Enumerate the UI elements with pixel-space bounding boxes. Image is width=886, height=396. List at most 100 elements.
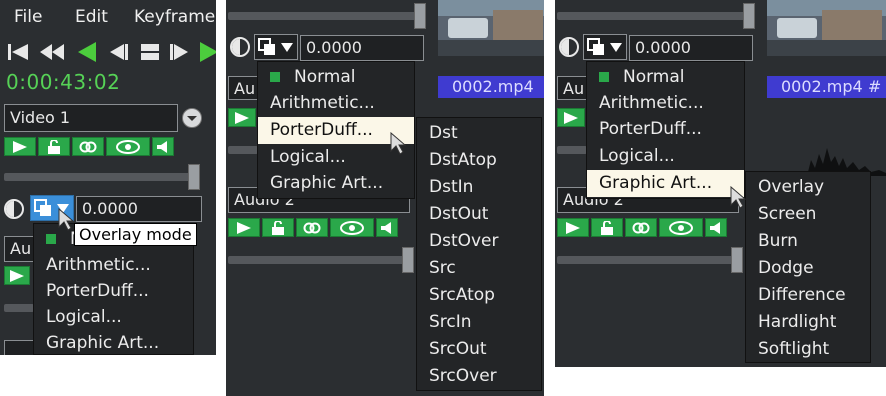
overlay-mode-button[interactable] xyxy=(254,34,298,60)
menu-item-logical[interactable]: Logical... xyxy=(587,143,744,170)
submenu-item[interactable]: SrcAtop xyxy=(417,282,541,309)
eye-icon[interactable] xyxy=(330,218,374,237)
submenu-item-label: Difference xyxy=(758,285,846,305)
fast-reverse-icon[interactable] xyxy=(40,40,64,64)
video-thumbnail xyxy=(438,0,544,56)
lock-icon[interactable] xyxy=(591,218,623,237)
play-track-icon[interactable] xyxy=(228,218,260,237)
mute-icon[interactable] xyxy=(705,218,727,237)
submenu-item-label: SrcIn xyxy=(429,312,472,332)
menu-item-arithmetic[interactable]: Arithmetic... xyxy=(587,90,744,117)
audio-play-icon[interactable] xyxy=(4,266,30,285)
audio-play-icon[interactable] xyxy=(228,108,256,127)
submenu-item[interactable]: Burn xyxy=(746,228,870,255)
audio-track-field[interactable]: Au xyxy=(228,76,258,100)
menu-item-arithmetic[interactable]: Arithmetic... xyxy=(258,90,414,117)
track-name-field[interactable]: Video 1 xyxy=(4,104,178,132)
audio-play-icon[interactable] xyxy=(557,108,585,127)
stop-icon[interactable] xyxy=(138,40,162,64)
link-icon[interactable] xyxy=(296,218,328,237)
audio-fader-slider[interactable] xyxy=(228,146,258,154)
overlay-mode-menu: Normal Arithmetic... PorterDuff... Logic… xyxy=(586,61,745,199)
eye-icon[interactable] xyxy=(106,137,150,156)
link-icon[interactable] xyxy=(625,218,657,237)
menu-item-label: Arithmetic... xyxy=(270,93,375,113)
menu-item-porterduff[interactable]: PorterDuff... xyxy=(34,278,193,305)
track-expand-icon[interactable] xyxy=(182,108,202,128)
fader-handle[interactable] xyxy=(414,3,426,29)
submenu-item[interactable]: Dst xyxy=(417,120,541,147)
bypass-icon[interactable] xyxy=(559,37,579,57)
audio-track-field[interactable]: Au xyxy=(557,76,587,100)
submenu-item[interactable]: DstAtop xyxy=(417,147,541,174)
play-track-icon[interactable] xyxy=(557,218,589,237)
menu-keyframe[interactable]: Keyframe xyxy=(134,7,215,27)
track-buttons xyxy=(557,218,727,237)
audio-track-field-2[interactable] xyxy=(4,340,34,355)
menu-item-label: Logical... xyxy=(46,307,122,327)
link-icon[interactable] xyxy=(72,137,104,156)
panel-3: 0.0000 Au 0002.mp4 # Audio 2 Normal Arit… xyxy=(555,0,886,367)
menu-item-graphic-art[interactable]: Graphic Art... xyxy=(258,170,414,197)
lock-icon[interactable] xyxy=(38,137,70,156)
selected-check-icon xyxy=(270,72,280,82)
submenu-item-label: DstOver xyxy=(429,231,499,251)
audio-fader-slider[interactable] xyxy=(4,304,34,312)
track-buttons xyxy=(228,218,398,237)
bypass-icon[interactable] xyxy=(230,37,250,57)
menu-item-normal[interactable]: Normal xyxy=(587,64,744,91)
lock-icon[interactable] xyxy=(262,218,294,237)
submenu-item-label: Burn xyxy=(758,231,798,251)
audio-track-field[interactable]: Au xyxy=(4,236,34,262)
fader-handle[interactable] xyxy=(743,3,755,29)
play-track-icon[interactable] xyxy=(4,137,36,156)
menu-item-logical[interactable]: Logical... xyxy=(34,304,193,331)
menu-item-porterduff[interactable]: PorterDuff... xyxy=(587,116,744,143)
fader-value-field[interactable]: 0.0000 xyxy=(629,35,753,61)
submenu-item[interactable]: SrcOver xyxy=(417,363,541,390)
menu-item-graphic-art[interactable]: Graphic Art... xyxy=(34,330,193,355)
submenu-item[interactable]: DstOut xyxy=(417,201,541,228)
play-reverse-icon[interactable] xyxy=(76,40,100,64)
menu-item-label: Graphic Art... xyxy=(599,173,713,193)
submenu-item[interactable]: DstIn xyxy=(417,174,541,201)
fader-slider[interactable] xyxy=(557,12,753,20)
eye-icon[interactable] xyxy=(659,218,703,237)
rewind-start-icon[interactable] xyxy=(6,40,30,64)
submenu-item-label: DstOut xyxy=(429,204,489,224)
frame-reverse-icon[interactable] xyxy=(106,40,130,64)
submenu-item[interactable]: DstOver xyxy=(417,228,541,255)
submenu-item[interactable]: Screen xyxy=(746,201,870,228)
submenu-item[interactable]: Softlight xyxy=(746,336,870,363)
fader-slider[interactable] xyxy=(4,173,200,181)
menu-item-arithmetic[interactable]: Arithmetic... xyxy=(34,252,193,279)
audio-2-fader-handle[interactable] xyxy=(731,247,743,273)
submenu-item[interactable]: SrcIn xyxy=(417,309,541,336)
audio-2-fader-slider[interactable] xyxy=(228,256,414,264)
play-forward-icon[interactable] xyxy=(198,40,216,64)
submenu-item-label: DstAtop xyxy=(429,150,497,170)
menu-item-label: Arithmetic... xyxy=(599,93,704,113)
fader-slider[interactable] xyxy=(228,12,424,20)
mute-icon[interactable] xyxy=(376,218,398,237)
submenu-item[interactable]: Difference xyxy=(746,282,870,309)
submenu-item[interactable]: Dodge xyxy=(746,255,870,282)
audio-fader-slider[interactable] xyxy=(557,146,587,154)
overlay-mode-button[interactable] xyxy=(583,34,627,60)
menu-edit[interactable]: Edit xyxy=(75,7,108,27)
mute-icon[interactable] xyxy=(152,137,174,156)
audio-2-fader-slider[interactable] xyxy=(557,256,743,264)
fader-value-field[interactable]: 0.0000 xyxy=(300,35,424,61)
menu-file[interactable]: File xyxy=(14,7,42,27)
submenu-item[interactable]: SrcOut xyxy=(417,336,541,363)
fader-handle[interactable] xyxy=(188,164,200,190)
submenu-item[interactable]: Src xyxy=(417,255,541,282)
submenu-item[interactable]: Hardlight xyxy=(746,309,870,336)
menu-item-graphic-art[interactable]: Graphic Art... xyxy=(587,170,744,197)
bypass-icon[interactable] xyxy=(4,199,24,219)
submenu-item[interactable]: Overlay xyxy=(746,174,870,201)
frame-forward-icon[interactable] xyxy=(168,40,192,64)
fader-value-field[interactable]: 0.0000 xyxy=(76,196,202,222)
menu-item-normal[interactable]: Normal xyxy=(258,64,414,91)
audio-2-fader-handle[interactable] xyxy=(402,247,414,273)
